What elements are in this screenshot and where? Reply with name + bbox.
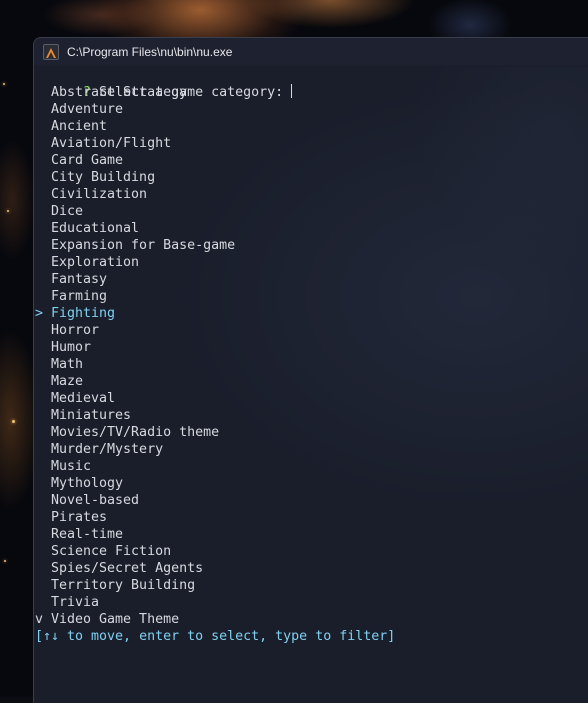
option-label: Maze: [51, 374, 84, 389]
list-item[interactable]: Exploration: [35, 254, 139, 271]
background-star: [12, 420, 15, 423]
list-item[interactable]: > Fighting: [35, 305, 115, 322]
option-label: Math: [51, 357, 84, 372]
option-label: Humor: [51, 340, 92, 355]
list-item[interactable]: Adventure: [35, 101, 123, 118]
option-label: Movies/TV/Radio theme: [51, 425, 220, 440]
list-item[interactable]: Spies/Secret Agents: [35, 560, 203, 577]
list-item[interactable]: City Building: [35, 169, 155, 186]
option-label: Science Fiction: [51, 544, 172, 559]
option-label: Music: [51, 459, 92, 474]
list-item[interactable]: Card Game: [35, 152, 123, 169]
option-label: Horror: [51, 323, 100, 338]
list-item[interactable]: Aviation/Flight: [35, 135, 171, 152]
list-item[interactable]: Expansion for Base-game: [35, 237, 235, 254]
option-label: Civilization: [51, 187, 148, 202]
option-label: Trivia: [51, 595, 100, 610]
option-label: Adventure: [51, 102, 124, 117]
option-label: Educational: [51, 221, 140, 236]
option-label: Expansion for Base-game: [51, 238, 236, 253]
help-text: [↑↓ to move, enter to select, type to fi…: [35, 629, 396, 644]
option-label: Territory Building: [51, 578, 196, 593]
text-cursor: [291, 84, 293, 98]
terminal-content[interactable]: ? Select a game category: Abstract Strate…: [35, 67, 588, 703]
option-label: Fantasy: [51, 272, 108, 287]
list-item[interactable]: Real-time: [35, 526, 123, 543]
list-item[interactable]: Horror: [35, 322, 99, 339]
list-item[interactable]: Medieval: [35, 390, 115, 407]
list-item[interactable]: Mythology: [35, 475, 123, 492]
list-item[interactable]: Farming: [35, 288, 107, 305]
option-label: Miniatures: [51, 408, 132, 423]
option-label: Farming: [51, 289, 108, 304]
list-item[interactable]: Dice: [35, 203, 83, 220]
option-label: Real-time: [51, 527, 124, 542]
list-item[interactable]: Miniatures: [35, 407, 131, 424]
list-item[interactable]: Murder/Mystery: [35, 441, 163, 458]
list-item[interactable]: Abstract Strategy: [35, 84, 187, 101]
list-item[interactable]: Science Fiction: [35, 543, 171, 560]
option-label: Abstract Strategy: [51, 85, 188, 100]
more-items-marker: v: [35, 612, 44, 627]
option-label: Murder/Mystery: [51, 442, 164, 457]
title-bar[interactable]: C:\Program Files\nu\bin\nu.exe: [34, 38, 588, 65]
prompt-line: ? Select a game category:: [35, 67, 293, 100]
option-label: Mythology: [51, 476, 124, 491]
list-item[interactable]: Civilization: [35, 186, 147, 203]
terminal-window: C:\Program Files\nu\bin\nu.exe ? Select a…: [33, 37, 588, 703]
list-item[interactable]: Novel-based: [35, 492, 139, 509]
option-label: Card Game: [51, 153, 124, 168]
background-star: [3, 83, 5, 85]
list-item[interactable]: Territory Building: [35, 577, 195, 594]
list-item[interactable]: Trivia: [35, 594, 99, 611]
option-label: Dice: [51, 204, 84, 219]
list-item[interactable]: v Video Game Theme: [35, 611, 179, 628]
list-item[interactable]: Movies/TV/Radio theme: [35, 424, 219, 441]
option-label: Ancient: [51, 119, 108, 134]
list-item[interactable]: Educational: [35, 220, 139, 237]
option-label: Aviation/Flight: [51, 136, 172, 151]
list-item[interactable]: Music: [35, 458, 91, 475]
nushell-icon: [43, 43, 59, 60]
window-title: C:\Program Files\nu\bin\nu.exe: [67, 44, 233, 59]
list-item[interactable]: Humor: [35, 339, 91, 356]
list-item[interactable]: Maze: [35, 373, 83, 390]
selected-option-label: Fighting: [51, 306, 116, 321]
background-star: [4, 560, 6, 562]
option-label: Spies/Secret Agents: [51, 561, 204, 576]
option-label: Medieval: [51, 391, 116, 406]
list-item[interactable]: Pirates: [35, 509, 107, 526]
list-item[interactable]: Math: [35, 356, 83, 373]
selection-marker: >: [35, 306, 44, 321]
option-label: Pirates: [51, 510, 108, 525]
option-label: Exploration: [51, 255, 140, 270]
background-star: [7, 210, 9, 212]
option-label: Video Game Theme: [51, 612, 180, 627]
option-label: City Building: [51, 170, 156, 185]
list-item[interactable]: Ancient: [35, 118, 107, 135]
list-item[interactable]: Fantasy: [35, 271, 107, 288]
option-label: Novel-based: [51, 493, 140, 508]
